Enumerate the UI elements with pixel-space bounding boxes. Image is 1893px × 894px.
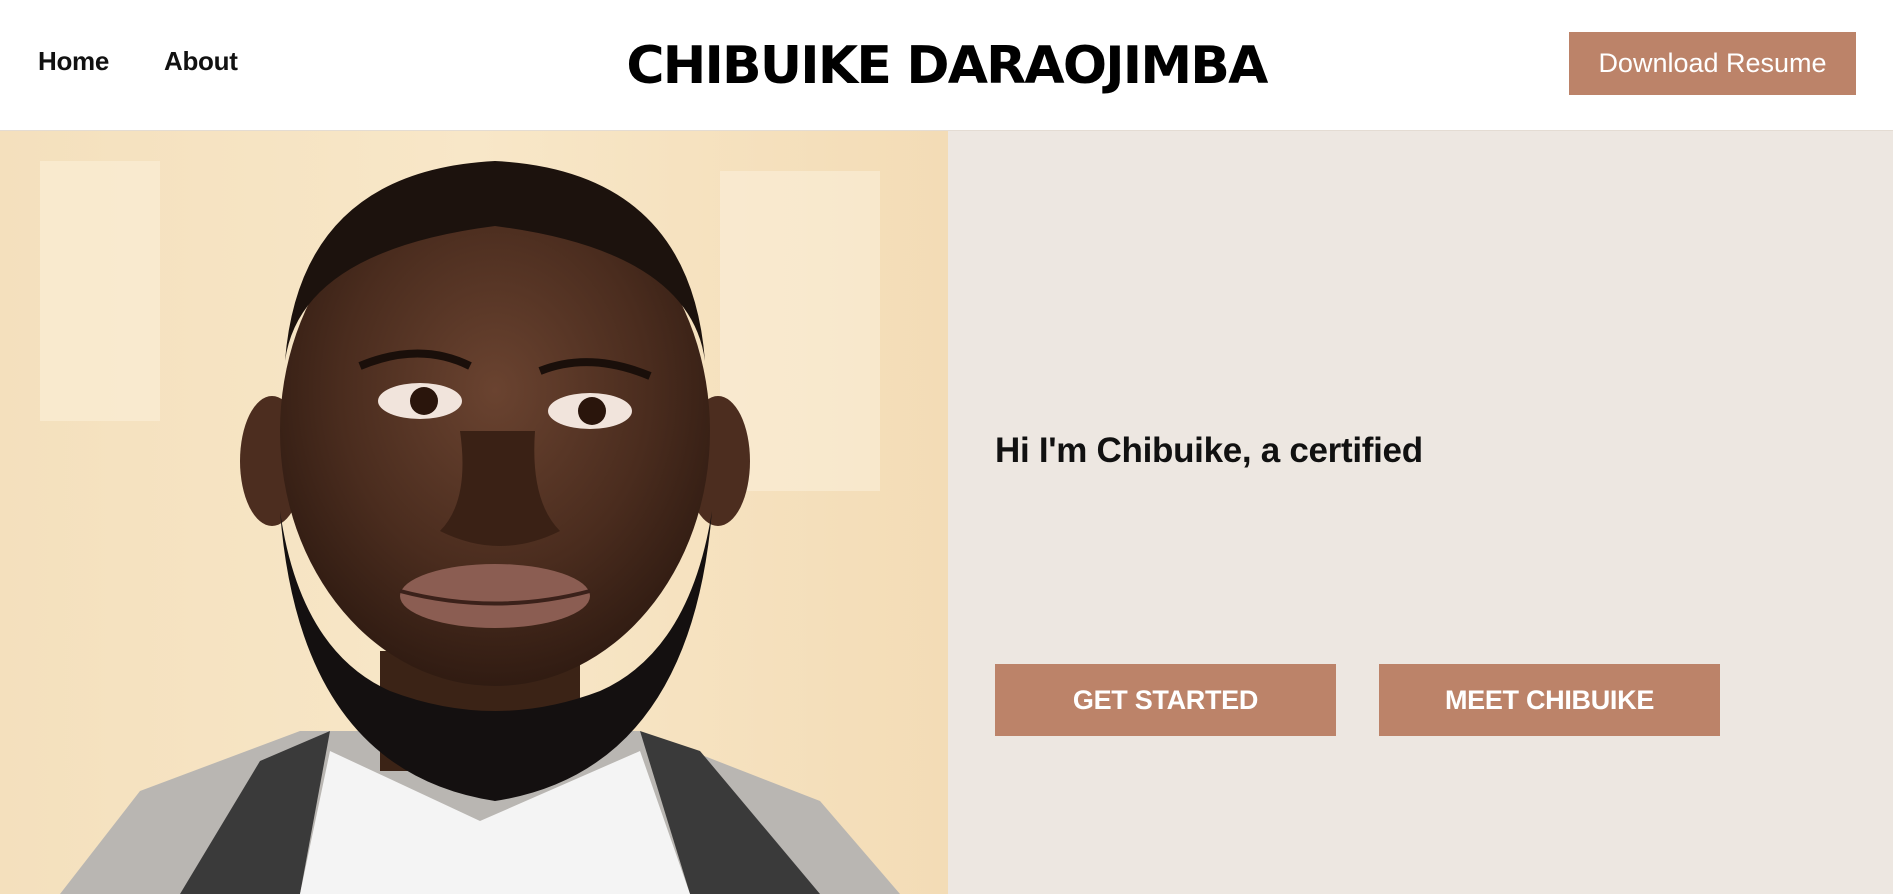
meet-chibuike-button[interactable]: MEET CHIBUIKE	[1379, 664, 1720, 736]
intro-heading: Hi I'm Chibuike, a certified	[995, 431, 1423, 470]
get-started-button[interactable]: GET STARTED	[995, 664, 1336, 736]
nav-home-link[interactable]: Home	[38, 46, 109, 77]
hero-section: Hi I'm Chibuike, a certified GET STARTED…	[0, 131, 1893, 894]
site-header: Home About CHIBUIKE DARAOJIMBA Download …	[0, 0, 1893, 131]
intro-panel: Hi I'm Chibuike, a certified GET STARTED…	[948, 131, 1893, 894]
profile-photo	[0, 131, 948, 894]
portrait-illustration	[0, 131, 948, 894]
download-resume-button[interactable]: Download Resume	[1569, 32, 1856, 95]
nav-about-link[interactable]: About	[164, 46, 238, 77]
